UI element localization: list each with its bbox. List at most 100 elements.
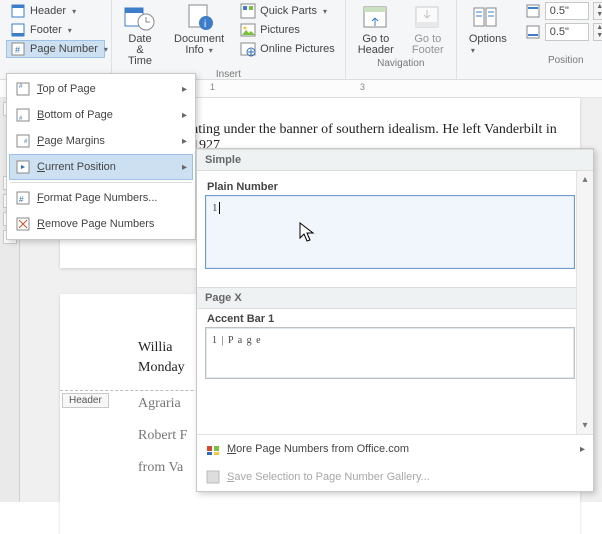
spinner[interactable]: ▲▼ [593,23,602,41]
quick-parts-label: Quick Parts [260,5,317,17]
scroll-up-icon[interactable]: ▴ [577,171,593,188]
submenu-arrow-icon: ▸ [182,162,187,173]
margin-top-icon [525,3,541,19]
quick-parts-icon [240,3,256,19]
preview-text: 1 | P a g e [212,335,262,346]
ruler-mark: 1 [210,82,215,92]
current-position-icon [15,159,31,175]
menu-current-position[interactable]: Current Position ▸ [9,154,193,180]
header-dropdown[interactable]: Header ▾ [6,2,105,20]
options-label: Options▾ [469,34,507,56]
chevron-down-icon: ▾ [68,26,72,35]
chevron-down-icon: ▾ [209,46,213,55]
goto-footer-button: Go to Footer [406,2,450,58]
pictures-button[interactable]: Pictures [236,21,339,39]
footer-dropdown[interactable]: Footer ▾ [6,21,105,39]
group-label-navigation: Navigation [377,58,424,71]
online-pictures-icon [240,41,256,57]
save-icon [205,469,221,485]
footer-label: Footer [30,24,62,36]
submenu-arrow-icon: ▸ [580,444,585,455]
document-info-icon: i [183,4,215,32]
pictures-label: Pictures [260,24,300,36]
svg-text:#: # [19,195,24,204]
online-pictures-label: Online Pictures [260,43,335,55]
submenu-arrow-icon: ▸ [182,110,187,121]
page-bottom-icon: # [15,107,31,123]
menu-label: Page Margins [37,135,105,147]
footer-label: Save Selection to Page Number Gallery... [227,471,430,483]
header-label: Header [30,5,66,17]
ribbon: Header▾ Footer▾ # Page Number▾ Date & Ti… [0,0,602,80]
page-margins-icon: # [15,133,31,149]
scroll-down-icon[interactable]: ▾ [577,417,593,434]
page-number-menu: # TTop of Pageop of Page ▸ # Bottom of P… [6,73,196,240]
remove-numbers-icon [15,216,31,232]
document-info-label: Document Info ▾ [174,34,224,56]
options-button[interactable]: Options▾ [463,2,513,58]
chevron-down-icon: ▾ [104,45,108,54]
goto-footer-icon [412,4,444,32]
date-time-button[interactable]: Date & Time [118,2,162,69]
menu-label: Bottom of Page [37,109,113,121]
goto-footer-label: Go to Footer [412,34,444,56]
date-time-label: Date & Time [124,34,156,67]
menu-format-page-numbers[interactable]: # Format Page Numbers... [9,185,193,211]
menu-remove-page-numbers[interactable]: Remove Page Numbers [9,211,193,237]
goto-header-label: Go to Header [358,34,394,56]
gallery-option-title: Accent Bar 1 [207,313,575,325]
menu-label: TTop of Pageop of Page [37,83,96,95]
save-selection-gallery: Save Selection to Page Number Gallery... [197,463,593,491]
page-number-dropdown[interactable]: # Page Number ▾ [6,40,105,58]
body-text: Willia [138,340,172,356]
quick-parts-button[interactable]: Quick Parts ▾ [236,2,339,20]
gallery-option-title: Plain Number [207,181,575,193]
footer-from-bottom-value: 0.5" [550,26,569,38]
menu-bottom-of-page[interactable]: # Bottom of Page ▸ [9,102,193,128]
body-text: from Va [138,460,183,476]
menu-label: Current Position [37,161,116,173]
body-text: Agraria [138,396,181,412]
chevron-down-icon: ▾ [72,7,76,16]
format-numbers-icon: # [15,190,31,206]
page-number-gallery: Simple Plain Number 1 Page X Accent Bar … [196,148,594,492]
gallery-option-plain-number[interactable]: 1 [205,195,575,269]
gallery-footer: More Page Numbers from Office.com ▸ Save… [197,434,593,491]
header-from-top-value: 0.5" [550,5,569,17]
header-area-tag: Header [62,393,109,408]
header-from-top-input[interactable]: 0.5" ▲▼ [525,2,602,20]
calendar-clock-icon [124,4,156,32]
group-label-position: Position [548,55,584,68]
footer-from-bottom-input[interactable]: 0.5" ▲▼ [525,23,602,41]
ruler-mark: 3 [360,82,365,92]
gallery-section-pagex: Page X [197,287,593,309]
menu-page-margins[interactable]: # Page Margins ▸ [9,128,193,154]
header-icon [10,3,26,19]
page-number-icon: # [10,41,26,57]
svg-text:i: i [204,19,206,30]
document-info-button[interactable]: i Document Info ▾ [168,2,230,58]
menu-top-of-page[interactable]: # TTop of Pageop of Page ▸ [9,76,193,102]
footer-label: More Page Numbers from Office.com [227,443,409,455]
submenu-arrow-icon: ▸ [182,136,187,147]
svg-text:#: # [15,45,20,55]
more-page-numbers-office[interactable]: More Page Numbers from Office.com ▸ [197,435,593,463]
chevron-down-icon: ▾ [471,46,475,55]
gallery-option-accent-bar-1[interactable]: 1 | P a g e [205,327,575,379]
submenu-arrow-icon: ▸ [182,84,187,95]
body-text: Monday [138,360,185,376]
online-pictures-button[interactable]: Online Pictures [236,40,339,58]
options-icon [472,4,504,32]
chevron-down-icon: ▾ [323,7,327,16]
goto-header-button[interactable]: Go to Header [352,2,400,58]
spinner[interactable]: ▲▼ [593,2,602,20]
page-number-label: Page Number [30,43,98,55]
body-text: Robert F [138,428,187,444]
office-icon [205,441,221,457]
page-top-icon: # [15,81,31,97]
preview-text: 1 [212,202,220,214]
menu-label: Format Page Numbers... [37,192,157,204]
margin-bottom-icon [525,24,541,40]
menu-label: Remove Page Numbers [37,218,154,230]
scrollbar[interactable]: ▴ ▾ [576,171,593,434]
